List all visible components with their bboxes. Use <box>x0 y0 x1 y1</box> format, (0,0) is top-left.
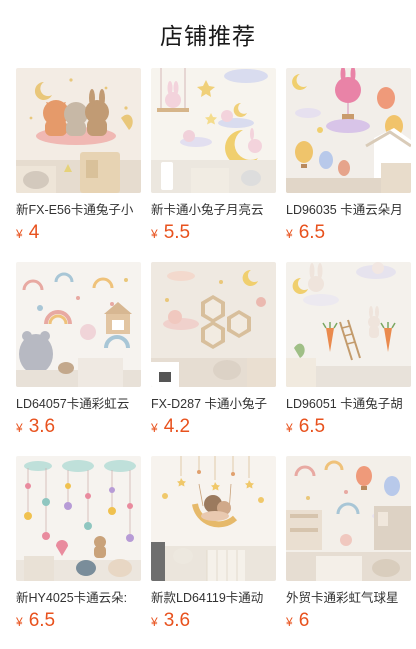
price-value: 4.2 <box>163 416 191 437</box>
product-image[interactable] <box>286 456 411 581</box>
price-value: 6.5 <box>298 416 326 437</box>
product-card[interactable]: LD96051 卡通兔子胡 ¥ 6.5 <box>286 262 411 456</box>
product-image[interactable] <box>151 262 276 387</box>
price-value: 6 <box>298 610 310 631</box>
product-image[interactable] <box>151 456 276 581</box>
product-grid: 新FX-E56卡通兔子小 ¥ 4 新卡通小兔子月亮云 ¥ 5.5 LD96035… <box>0 68 416 649</box>
price-currency: ¥ <box>16 227 23 241</box>
product-title[interactable]: 新FX-E56卡通兔子小 <box>16 202 141 218</box>
product-title[interactable]: LD64057卡通彩虹云 <box>16 396 141 412</box>
product-image[interactable] <box>16 456 141 581</box>
price-value: 3.6 <box>163 610 191 631</box>
price-currency: ¥ <box>16 421 23 435</box>
product-title[interactable]: 新HY4025卡通云朵: <box>16 590 141 606</box>
product-price: ¥ 5.5 <box>151 222 276 244</box>
page-title: 店铺推荐 <box>160 23 256 49</box>
product-card[interactable]: 新HY4025卡通云朵: ¥ 6.5 <box>16 456 141 649</box>
product-price: ¥ 6.5 <box>286 222 411 244</box>
price-currency: ¥ <box>151 227 158 241</box>
product-price: ¥ 3.6 <box>16 416 141 438</box>
price-currency: ¥ <box>16 615 23 629</box>
price-value: 4 <box>28 222 40 243</box>
price-value: 6.5 <box>28 610 56 631</box>
price-value: 6.5 <box>298 222 326 243</box>
product-card[interactable]: 新款LD64119卡通动 ¥ 3.6 <box>151 456 276 649</box>
product-price: ¥ 3.6 <box>151 610 276 632</box>
product-title[interactable]: LD96035 卡通云朵月 <box>286 202 411 218</box>
product-image[interactable] <box>16 262 141 387</box>
price-value: 5.5 <box>163 222 191 243</box>
price-value: 3.6 <box>28 416 56 437</box>
product-image[interactable] <box>151 68 276 193</box>
product-card[interactable]: FX-D287 卡通小兔子 ¥ 4.2 <box>151 262 276 456</box>
product-price: ¥ 4.2 <box>151 416 276 438</box>
product-image[interactable] <box>16 68 141 193</box>
product-image[interactable] <box>286 68 411 193</box>
product-card[interactable]: LD64057卡通彩虹云 ¥ 3.6 <box>16 262 141 456</box>
product-price: ¥ 4 <box>16 222 141 244</box>
product-card[interactable]: LD96035 卡通云朵月 ¥ 6.5 <box>286 68 411 262</box>
price-currency: ¥ <box>151 421 158 435</box>
product-price: ¥ 6 <box>286 610 411 632</box>
product-card[interactable]: 新卡通小兔子月亮云 ¥ 5.5 <box>151 68 276 262</box>
price-currency: ¥ <box>286 421 293 435</box>
price-currency: ¥ <box>151 615 158 629</box>
product-price: ¥ 6.5 <box>286 416 411 438</box>
product-card[interactable]: 新FX-E56卡通兔子小 ¥ 4 <box>16 68 141 262</box>
product-title[interactable]: 新卡通小兔子月亮云 <box>151 202 276 218</box>
price-currency: ¥ <box>286 615 293 629</box>
product-image[interactable] <box>286 262 411 387</box>
product-title[interactable]: 外贸卡通彩虹气球星 <box>286 590 411 606</box>
product-title[interactable]: FX-D287 卡通小兔子 <box>151 396 276 412</box>
product-title[interactable]: 新款LD64119卡通动 <box>151 590 276 606</box>
product-price: ¥ 6.5 <box>16 610 141 632</box>
price-currency: ¥ <box>286 227 293 241</box>
product-card[interactable]: 外贸卡通彩虹气球星 ¥ 6 <box>286 456 411 649</box>
product-title[interactable]: LD96051 卡通兔子胡 <box>286 396 411 412</box>
